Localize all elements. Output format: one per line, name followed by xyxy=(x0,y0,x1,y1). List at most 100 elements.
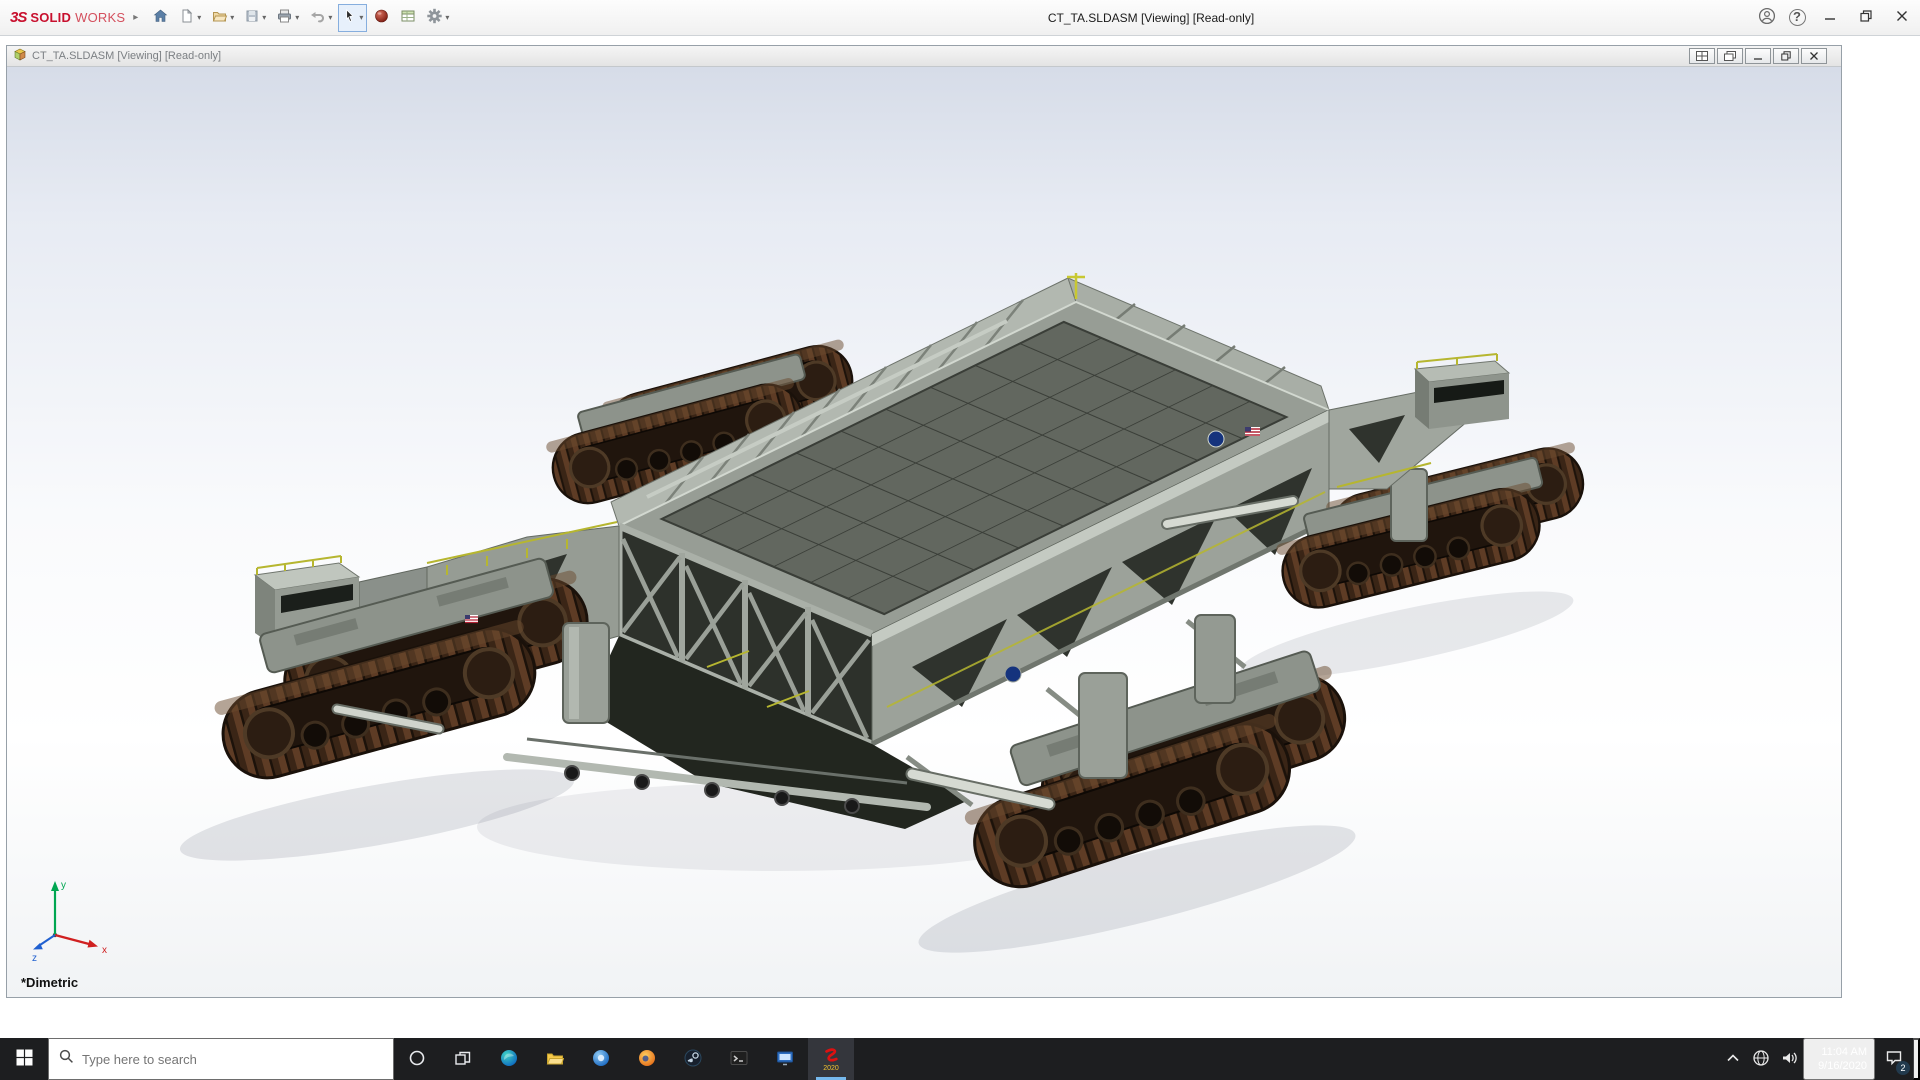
home-button[interactable] xyxy=(148,4,173,32)
notification-badge: 2 xyxy=(1896,1061,1910,1075)
viewport-3d[interactable]: y x z *Dimetric xyxy=(7,67,1841,997)
document-window: CT_TA.SLDASM [Viewing] [Read-only] xyxy=(6,45,1842,998)
viewport-cascade-button[interactable] xyxy=(1717,48,1743,64)
app-titlebar: 3S SOLIDWORKS ▸ ▾ ▾ ▾ ▾ ▾ ▾ xyxy=(0,0,1920,36)
doc-close-button[interactable] xyxy=(1801,48,1827,64)
firefox-button[interactable] xyxy=(624,1038,670,1080)
account-button[interactable] xyxy=(1752,0,1782,36)
new-document-icon xyxy=(179,8,195,27)
toolbar-flyout-arrow[interactable]: ▸ xyxy=(133,12,138,23)
minimize-button[interactable] xyxy=(1812,0,1848,36)
restore-button[interactable] xyxy=(1848,0,1884,36)
display-button[interactable] xyxy=(762,1038,808,1080)
start-button[interactable] xyxy=(0,1038,48,1080)
us-flag-2 xyxy=(465,615,478,623)
right-cab[interactable] xyxy=(1415,354,1509,429)
taskbar-clock[interactable]: 11:04 AM 9/16/2020 xyxy=(1803,1038,1875,1080)
windows-logo-icon xyxy=(16,1049,33,1069)
quick-toolbar: ▾ ▾ ▾ ▾ ▾ ▾ ▾ xyxy=(148,4,453,32)
solidworks-icon xyxy=(821,1047,841,1066)
cortana-icon xyxy=(408,1049,426,1070)
print-icon xyxy=(276,8,293,27)
tray-overflow-button[interactable] xyxy=(1719,1038,1747,1080)
terminal-button[interactable] xyxy=(716,1038,762,1080)
windows-taskbar: 2020 11:04 AM 9/16/2020 2 xyxy=(0,1038,1920,1080)
nasa-meatball-logo-2 xyxy=(1005,666,1021,682)
app-title: CT_TA.SLDASM [Viewing] [Read-only] xyxy=(1048,11,1254,25)
network-button[interactable] xyxy=(1747,1038,1775,1080)
task-view-icon xyxy=(454,1050,472,1069)
terminal-icon xyxy=(730,1049,748,1070)
document-titlebar[interactable]: CT_TA.SLDASM [Viewing] [Read-only] xyxy=(7,46,1841,67)
solidworks-logo: 3S SOLIDWORKS xyxy=(10,9,125,26)
help-icon: ? xyxy=(1789,9,1806,26)
svg-text:z: z xyxy=(32,953,37,963)
us-flag xyxy=(1245,427,1260,436)
dassault-logo-mark: 3S xyxy=(10,9,26,26)
red-sphere-icon xyxy=(373,8,390,27)
chevron-up-icon xyxy=(1725,1051,1741,1068)
viewport-split-button[interactable] xyxy=(1689,48,1715,64)
svg-text:y: y xyxy=(61,880,66,891)
document-title: CT_TA.SLDASM [Viewing] [Read-only] xyxy=(32,50,221,62)
file-explorer-icon xyxy=(546,1050,564,1069)
open-folder-icon xyxy=(211,8,228,27)
volume-button[interactable] xyxy=(1775,1038,1803,1080)
taskbar-search[interactable] xyxy=(48,1038,394,1080)
file-explorer-button[interactable] xyxy=(532,1038,578,1080)
select-cursor-icon xyxy=(342,8,357,27)
x-axis: x xyxy=(55,935,107,956)
close-button[interactable] xyxy=(1884,0,1920,36)
globe-network-icon xyxy=(1752,1049,1770,1070)
y-axis: y xyxy=(51,880,66,935)
nasa-meatball-logo xyxy=(1208,431,1224,447)
show-desktop-button[interactable] xyxy=(1913,1038,1920,1080)
gear-icon xyxy=(426,8,443,27)
undo-button[interactable]: ▾ xyxy=(305,4,336,32)
assembly-document-icon xyxy=(13,48,27,65)
edge-button[interactable] xyxy=(486,1038,532,1080)
minimize-icon xyxy=(1824,10,1836,25)
doc-restore-button[interactable] xyxy=(1773,48,1799,64)
system-tray: 11:04 AM 9/16/2020 2 xyxy=(1719,1038,1920,1080)
save-button[interactable]: ▾ xyxy=(240,4,270,32)
chrome-button[interactable] xyxy=(578,1038,624,1080)
save-icon xyxy=(244,8,260,27)
close-icon xyxy=(1896,10,1908,25)
clock-date: 9/16/2020 xyxy=(1818,1059,1867,1073)
help-button[interactable]: ? xyxy=(1782,0,1812,36)
notification-center-button[interactable]: 2 xyxy=(1875,1038,1913,1080)
restore-icon xyxy=(1860,10,1872,25)
options-button[interactable]: ▾ xyxy=(422,4,453,32)
crawler-transporter-model[interactable] xyxy=(7,67,1841,997)
firefox-icon xyxy=(638,1049,656,1070)
edge-icon xyxy=(500,1049,518,1070)
open-button[interactable]: ▾ xyxy=(207,4,238,32)
task-view-button[interactable] xyxy=(440,1038,486,1080)
z-axis: z xyxy=(32,935,55,963)
titlebar-right: ? xyxy=(1752,0,1920,36)
print-button[interactable]: ▾ xyxy=(272,4,303,32)
cortana-button[interactable] xyxy=(394,1038,440,1080)
account-icon xyxy=(1758,7,1776,28)
app-client-area: CT_TA.SLDASM [Viewing] [Read-only] xyxy=(0,36,1920,1038)
solidworks-year-label: 2020 xyxy=(823,1065,839,1072)
select-tool-button[interactable]: ▾ xyxy=(338,4,367,32)
search-icon xyxy=(59,1049,74,1069)
search-input[interactable] xyxy=(82,1052,383,1067)
sheet-icon xyxy=(400,8,416,27)
home-icon xyxy=(152,8,169,27)
steam-button[interactable] xyxy=(670,1038,716,1080)
undo-icon xyxy=(309,8,326,27)
new-document-button[interactable]: ▾ xyxy=(175,4,205,32)
document-window-controls xyxy=(1689,48,1835,64)
steam-icon xyxy=(684,1049,702,1070)
svg-text:x: x xyxy=(102,945,107,956)
chrome-icon xyxy=(592,1049,610,1070)
evaluate-sheet-button[interactable] xyxy=(396,4,420,32)
speaker-icon xyxy=(1781,1050,1798,1069)
clock-time: 11:04 AM xyxy=(1821,1045,1867,1059)
doc-minimize-button[interactable] xyxy=(1745,48,1771,64)
solidworks-taskbar-button[interactable]: 2020 xyxy=(808,1038,854,1080)
3dexperience-button[interactable] xyxy=(369,4,394,32)
